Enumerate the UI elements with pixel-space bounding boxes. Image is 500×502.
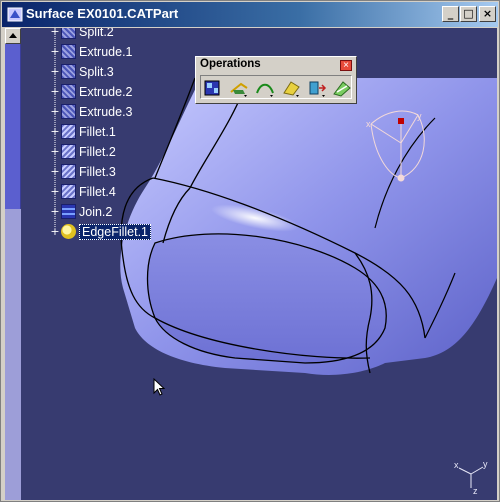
catpart-icon (7, 7, 23, 22)
tree-item-label: Fillet.4 (79, 184, 116, 199)
mouse-pointer-icon (153, 378, 166, 396)
expand-icon[interactable]: + (49, 45, 61, 58)
tree-item-label: EdgeFillet.1 (79, 223, 152, 240)
expand-icon[interactable]: + (49, 165, 61, 178)
tree-item[interactable]: + Extrude.3 (49, 102, 133, 121)
expand-icon[interactable]: + (49, 28, 61, 38)
scroll-up-button[interactable] (5, 28, 21, 44)
close-button[interactable]: × (479, 6, 496, 22)
svg-text:y: y (417, 111, 422, 121)
tree-item[interactable]: + Fillet.4 (49, 182, 116, 201)
fillet-icon (61, 184, 76, 199)
toolbar-tools (200, 75, 352, 99)
tree-item[interactable]: + Split.3 (49, 62, 114, 81)
translate-icon[interactable] (307, 78, 329, 98)
minimize-button[interactable]: _ (442, 6, 459, 22)
fillet-icon[interactable] (281, 78, 303, 98)
extrude-icon (61, 44, 76, 59)
extrude-icon (61, 84, 76, 99)
split-icon (61, 64, 76, 79)
edge-fillet-icon (61, 224, 76, 239)
tree-item[interactable]: + Fillet.2 (49, 142, 116, 161)
toolbar-close-button[interactable]: × (340, 60, 352, 71)
axis-y-label: y (483, 459, 488, 469)
expand-icon[interactable]: + (49, 65, 61, 78)
tree-item-label: Join.2 (79, 204, 113, 219)
expand-icon[interactable]: + (49, 225, 61, 238)
3d-viewport[interactable]: x y + Split.2 + Extrude.1 + Split.3 + Extrude.2… (5, 28, 497, 500)
tree-item-label: Extrude.3 (79, 104, 133, 119)
join-icon (61, 204, 76, 219)
expand-icon[interactable]: + (49, 205, 61, 218)
fillet-icon (61, 124, 76, 139)
title-bar[interactable]: Surface EX0101.CATPart _ □ × (2, 2, 498, 27)
split-icon[interactable] (255, 78, 277, 98)
arrow-up-icon (9, 33, 17, 38)
tree-item-label: Split.2 (79, 28, 114, 39)
operations-toolbar: Operations × (195, 56, 357, 104)
split-icon (61, 28, 76, 39)
trim-icon[interactable] (229, 78, 251, 98)
catpart-window: Surface EX0101.CATPart _ □ × x y + Split… (0, 0, 500, 502)
tree-scrollbar[interactable] (5, 28, 21, 500)
tree-item[interactable]: + Extrude.2 (49, 82, 133, 101)
expand-icon[interactable]: + (49, 145, 61, 158)
fillet-icon (61, 144, 76, 159)
join-icon[interactable] (203, 78, 225, 98)
tree-item-label: Split.3 (79, 64, 114, 79)
tree-item-label: Fillet.1 (79, 124, 116, 139)
axis-x-label: x (454, 460, 459, 470)
window-title: Surface EX0101.CATPart (26, 6, 179, 21)
expand-icon[interactable]: + (49, 185, 61, 198)
toolbar-title: Operations (200, 58, 261, 70)
axis-z-label: z (473, 486, 478, 496)
expand-icon[interactable]: + (49, 85, 61, 98)
tree-item[interactable]: + Fillet.1 (49, 122, 116, 141)
tree-item-label: Fillet.3 (79, 164, 116, 179)
expand-icon[interactable]: + (49, 125, 61, 138)
scroll-thumb[interactable] (5, 44, 21, 209)
fillet-icon (61, 164, 76, 179)
tree-item[interactable]: + Join.2 (49, 202, 112, 221)
extrude-icon (61, 104, 76, 119)
tree-item[interactable]: + EdgeFillet.1 (49, 222, 152, 241)
tree-item[interactable]: + Split.2 (49, 28, 114, 41)
tree-item-label: Extrude.2 (79, 84, 133, 99)
extrapolate-icon[interactable] (331, 78, 353, 98)
tree-item-label: Extrude.1 (79, 44, 133, 59)
tree-item-label: Fillet.2 (79, 144, 116, 159)
tree-item[interactable]: + Extrude.1 (49, 42, 133, 61)
tree-item[interactable]: + Fillet.3 (49, 162, 116, 181)
svg-text:x: x (366, 119, 371, 129)
toolbar-title-bar[interactable]: Operations × (197, 58, 355, 73)
axis-triad: x y z (454, 459, 488, 496)
expand-icon[interactable]: + (49, 105, 61, 118)
maximize-button[interactable]: □ (460, 6, 477, 22)
